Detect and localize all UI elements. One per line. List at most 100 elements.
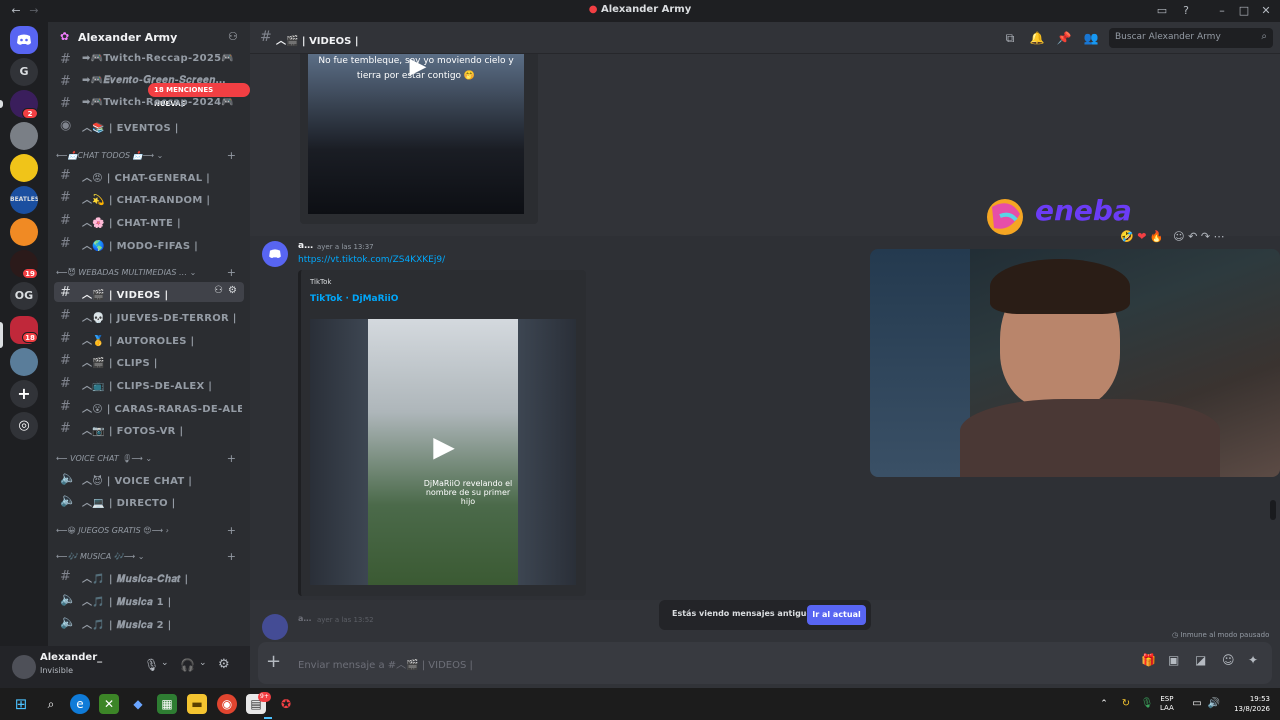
avatar[interactable] [262, 614, 288, 640]
jump-to-present-button[interactable]: Ir al actual [807, 605, 866, 625]
attach-plus-icon[interactable]: + [266, 651, 281, 672]
message-author[interactable]: a… [298, 614, 311, 623]
chevron-up-icon[interactable]: ⌃ [1094, 694, 1114, 714]
add-server-icon[interactable]: + [10, 380, 38, 408]
microphone-icon[interactable]: 🎙 [144, 658, 159, 672]
chevron-down-icon[interactable]: ⌄ [161, 658, 169, 668]
apps-icon[interactable]: ✦ [1248, 653, 1258, 667]
windows-start-icon[interactable]: ⊞ [11, 694, 31, 714]
channel-chat-general[interactable]: # ︿😡 | CHAT-GENERAL | [54, 165, 244, 185]
inbox-icon[interactable]: ▭ [1154, 3, 1170, 19]
message-author[interactable]: a… [298, 241, 313, 251]
minimize-icon[interactable]: – [1214, 3, 1230, 19]
gift-icon[interactable]: 🎁 [1141, 653, 1156, 667]
edge-icon[interactable]: e [70, 694, 90, 714]
forward-icon[interactable]: ↷ [1201, 230, 1210, 243]
channel-clips-de-alex[interactable]: # ︿📺 | CLIPS-DE-ALEX | [54, 373, 244, 393]
avatar[interactable] [12, 655, 36, 679]
search-input[interactable]: Buscar Alexander Army ⌕ [1109, 28, 1273, 48]
channel-clips[interactable]: # ︿🎬 | CLIPS | [54, 350, 244, 370]
server-g[interactable]: G [10, 58, 38, 86]
server-3[interactable] [10, 122, 38, 150]
video-thumbnail[interactable]: No fue tembleque, soy yo moviendo cielo … [308, 54, 524, 214]
channel-twitch-reccap-2024[interactable]: # ➡🎮Twitch-Reccap-2024🎮 [54, 93, 244, 113]
maximize-icon[interactable]: □ [1236, 3, 1252, 19]
direct-messages-button[interactable] [10, 26, 38, 54]
close-icon[interactable]: ✕ [1258, 3, 1274, 19]
gif-icon[interactable]: ▣ [1168, 653, 1179, 667]
members-icon[interactable]: 👥 [1083, 30, 1099, 46]
channel-modo-fifas[interactable]: # ︿🌎 | MODO-FIFAS | [54, 233, 244, 253]
gear-icon[interactable]: ⚙ [228, 285, 237, 296]
server-beatles[interactable]: BEATLES [10, 186, 38, 214]
server-badge: 18 [22, 332, 38, 343]
voice-channel-voice-chat[interactable]: 🔈 ︿😈 | VOICE CHAT | [54, 468, 244, 488]
voice-channel-directo[interactable]: 🔈 ︿💻 | DIRECTO | [54, 490, 244, 510]
taskbar-badge: 9+ [258, 692, 271, 702]
add-channel-icon[interactable]: + [227, 550, 236, 563]
add-member-icon[interactable]: ⚇ [228, 30, 238, 43]
app-icon[interactable]: ✪ [276, 694, 296, 714]
pin-icon[interactable]: 📌 [1056, 30, 1072, 46]
invite-icon[interactable]: ⚇ [214, 285, 223, 296]
explore-icon[interactable]: ◎ [10, 412, 38, 440]
search-icon[interactable]: ⌕ [41, 694, 61, 714]
file-explorer-icon[interactable]: ▬ [187, 694, 207, 714]
channel-eventos[interactable]: ◉ ︿📚 | EVENTOS | [54, 115, 244, 135]
message-input[interactable]: Enviar mensaje a #︿🎬 | VIDEOS | [298, 656, 473, 671]
server-4[interactable] [10, 154, 38, 182]
message-link[interactable]: https://vt.tiktok.com/ZS4KXKEj9/ [298, 255, 445, 265]
chrome-icon[interactable]: ◉ [217, 694, 237, 714]
add-channel-icon[interactable]: + [227, 266, 236, 279]
server-og[interactable]: OG [10, 282, 38, 310]
channel-chat-random[interactable]: # ︿💫 | CHAT-RANDOM | [54, 187, 244, 207]
category-voice-chat[interactable]: ⟵ VOICE CHAT 🎙⟶ ⌄ + [56, 452, 244, 468]
app-icon[interactable]: ◆ [128, 694, 148, 714]
category-chat-todos[interactable]: ⟵📩CHAT TODOS 📩⟶ ⌄ + [56, 149, 244, 165]
add-channel-icon[interactable]: + [227, 149, 236, 162]
scrollbar-thumb[interactable] [1270, 500, 1276, 520]
voice-channel-musica-2[interactable]: 🔈 ︿🎵 | 𝑴𝒖𝒔𝒊𝒄𝒂 2 | [54, 612, 244, 632]
sticker-icon[interactable]: ◪ [1195, 653, 1206, 667]
headphones-icon[interactable]: 🎧 [180, 658, 195, 672]
threads-icon[interactable]: ⧉ [1002, 30, 1018, 46]
sync-icon[interactable]: ↻ [1116, 694, 1136, 714]
reply-icon[interactable]: ↶ [1188, 230, 1197, 243]
channel-autoroles[interactable]: # ︿🥇 | AUTOROLES | [54, 328, 244, 348]
fire-reaction-icon[interactable]: 🔥 [1150, 230, 1164, 243]
video-thumbnail[interactable]: DjMaRiiO revelando el nombre de su prime… [310, 319, 576, 585]
channel-twitch-reccap-2025[interactable]: # ➡🎮Twitch-Reccap-2025🎮 [54, 49, 244, 69]
channel-fotos-vr[interactable]: # ︿📷 | FOTOS-VR | [54, 418, 244, 438]
channel-videos[interactable]: # ︿🎬 | VIDEOS | ⚇ ⚙ [54, 282, 244, 302]
play-icon[interactable]: ▶ [426, 429, 462, 465]
xbox-icon[interactable]: ✕ [99, 694, 119, 714]
emoji-icon[interactable]: ☺ [1222, 653, 1235, 667]
bell-icon[interactable]: 🔔 [1029, 30, 1045, 46]
server-6[interactable] [10, 218, 38, 246]
category-webadas[interactable]: ⟵😈 WEBADAS MULTIMEDIAS … ⌄ + [56, 266, 244, 282]
category-musica[interactable]: ⟵🎶 MUSICA 🎶⟶ ⌄ + [56, 550, 244, 566]
embed-title[interactable]: TikTok · DjMaRiiO [310, 294, 398, 304]
channel-musica-chat[interactable]: # ︿🎵 | 𝑴𝒖𝒔𝒊𝒄𝒂-𝑪𝒉𝒂𝒕 | [54, 566, 244, 586]
avatar[interactable] [262, 241, 288, 267]
channel-title: ︿🎬 | VIDEOS | [276, 36, 359, 47]
volume-icon[interactable]: 🔊 [1204, 694, 1224, 714]
server-10[interactable] [10, 348, 38, 376]
channel-caras-raras[interactable]: # ︿😮 | CARAS-RARAS-DE-ALE… [54, 396, 244, 416]
play-icon[interactable]: ▶ [398, 54, 438, 84]
gear-icon[interactable]: ⚙ [218, 657, 230, 672]
clock[interactable]: 19:53 13/8/2026 [1226, 694, 1270, 714]
help-icon[interactable]: ? [1178, 3, 1194, 19]
add-channel-icon[interactable]: + [227, 452, 236, 465]
channel-chat-nte[interactable]: # ︿🌸 | CHAT-NTE | [54, 210, 244, 230]
spreadsheet-icon[interactable]: ▦ [157, 694, 177, 714]
category-juegos-gratis[interactable]: ⟵😀 JUEGOS GRATIS 😍⟶ › + [56, 524, 244, 540]
chevron-down-icon[interactable]: ⌄ [199, 658, 207, 668]
voice-channel-musica-1[interactable]: 🔈 ︿🎵 | 𝑴𝒖𝒔𝒊𝒄𝒂 1 | [54, 589, 244, 609]
channel-jueves-de-terror[interactable]: # ︿💀 | JUEVES-DE-TERROR | [54, 305, 244, 325]
more-icon[interactable]: ⋯ [1214, 230, 1225, 243]
language-indicator[interactable]: ESP LAA [1160, 695, 1174, 713]
microphone-icon[interactable]: 🎙 [1137, 694, 1157, 714]
add-reaction-icon[interactable]: ☺ [1173, 230, 1184, 243]
add-channel-icon[interactable]: + [227, 524, 236, 537]
